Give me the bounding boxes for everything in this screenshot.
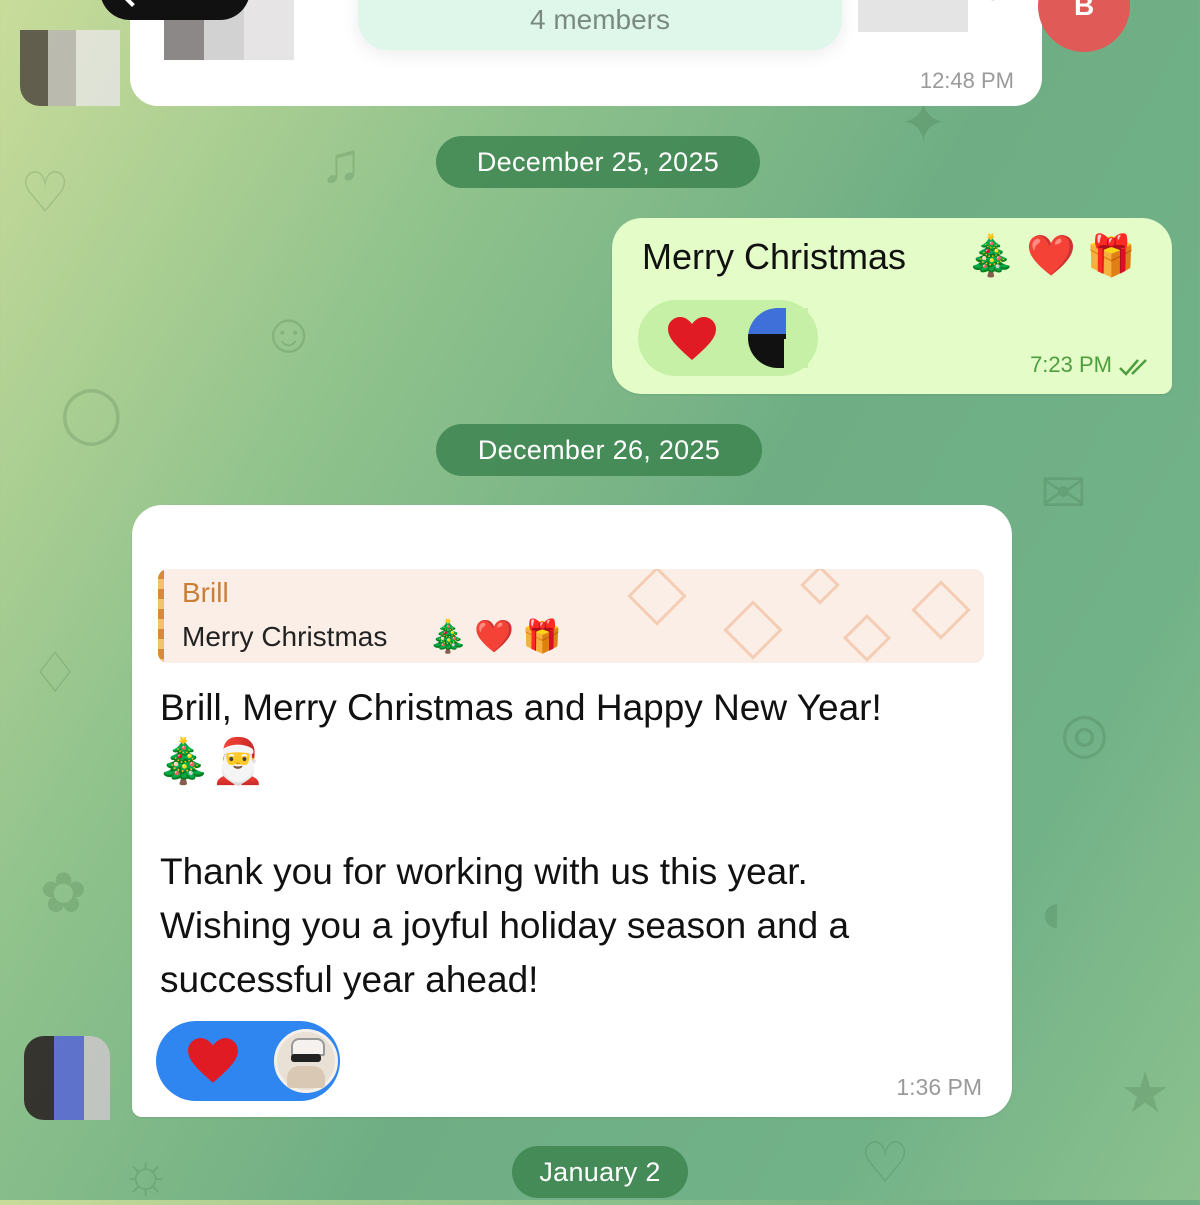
heart-icon (668, 317, 716, 360)
heart-icon (188, 1038, 238, 1083)
partial-text: ne (968, 0, 1001, 8)
message-time: 7:23 PM (1030, 352, 1112, 377)
heart-emoji: ❤️ (1026, 234, 1076, 278)
gem-decoration (723, 600, 783, 660)
date-separator: January 2 (512, 1146, 688, 1198)
gem-decoration (627, 569, 687, 626)
message-time: 12:48 PM (919, 68, 1014, 93)
gem-decoration (800, 569, 840, 605)
message-text: successful year ahead! (160, 959, 539, 1000)
reaction-chip[interactable] (156, 1021, 340, 1101)
outgoing-message-bubble[interactable]: Merry Christmas 🎄 ❤️ 🎁 7:23 PM (612, 218, 1172, 394)
group-avatar[interactable]: B (1038, 0, 1130, 52)
avatar-initial: B (1074, 0, 1095, 21)
incoming-message-bubble[interactable]: Brill Merry Christmas 🎄 ❤️ 🎁 Brill, Merr… (132, 505, 1012, 1117)
christmas-tree-emoji: 🎄 (428, 618, 468, 654)
message-text: Thank you for working with us this year. (160, 851, 808, 892)
gift-emoji: 🎁 (1086, 234, 1136, 278)
blurred-content (858, 0, 968, 32)
christmas-tree-emoji: 🎄 (966, 234, 1016, 278)
date-separator: December 25, 2025 (436, 136, 760, 188)
gift-emoji: 🎁 (522, 618, 562, 654)
wreath-santa-emoji: 🎄🎅 (156, 737, 266, 786)
quote-text: Merry Christmas (182, 621, 388, 652)
reactor-avatar (748, 308, 808, 368)
reaction-chip[interactable] (638, 300, 818, 376)
message-text: Merry Christmas (642, 236, 907, 277)
message-text: Wishing you a joyful holiday season and … (160, 905, 850, 946)
heart-emoji: ❤️ (474, 618, 514, 654)
quote-sender-name: Brill (182, 577, 229, 608)
members-count: 4 members (529, 4, 671, 35)
message-text: Brill, Merry Christmas and Happy New Yea… (160, 687, 882, 728)
chat-header-title[interactable]: 4 members (358, 0, 842, 50)
chevron-left-icon (115, 0, 149, 7)
back-button[interactable] (100, 0, 250, 20)
gem-decoration (911, 580, 971, 640)
date-separator: December 26, 2025 (436, 424, 762, 476)
sender-avatar[interactable] (24, 1036, 110, 1120)
reply-quote[interactable]: Brill Merry Christmas 🎄 ❤️ 🎁 (158, 569, 984, 663)
sender-avatar-previous[interactable] (20, 30, 120, 106)
double-check-icon (1119, 359, 1147, 376)
reactor-avatar (274, 1029, 338, 1093)
quote-accent-bar (158, 569, 164, 663)
message-time: 1:36 PM (896, 1074, 982, 1100)
gem-decoration (842, 613, 892, 663)
